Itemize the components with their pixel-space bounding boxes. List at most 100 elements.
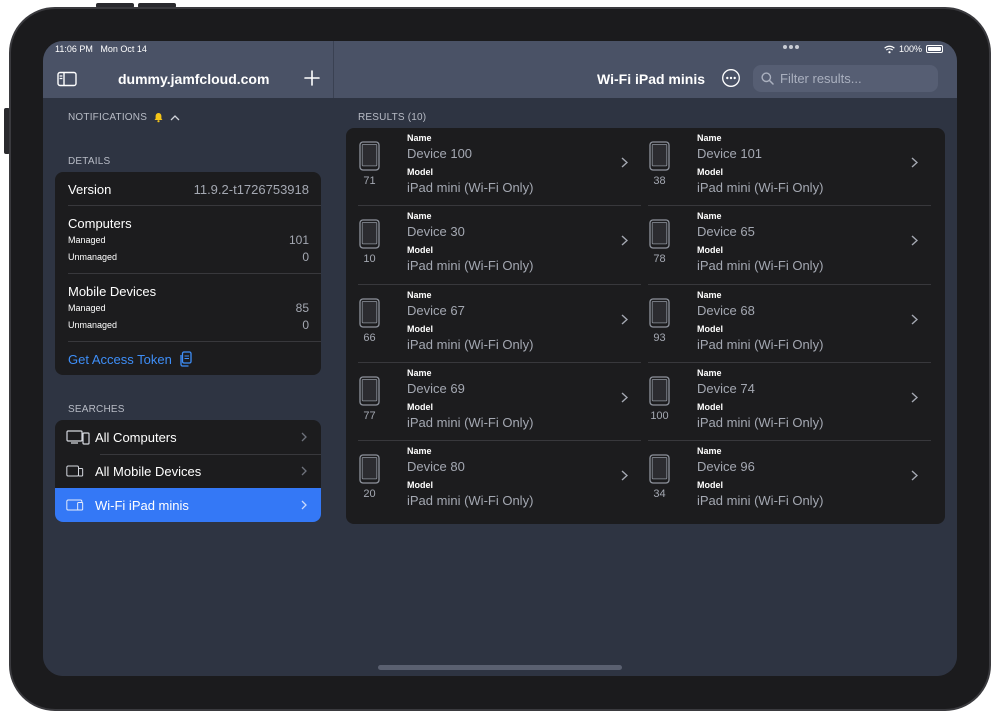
row-divider (648, 361, 931, 363)
filter-search-box[interactable] (753, 65, 938, 92)
model-key-label: Model (697, 401, 723, 412)
name-key-label: Name (407, 211, 432, 222)
device-id: 34 (653, 488, 666, 501)
device-model: iPad mini (Wi-Fi Only) (697, 180, 824, 195)
name-key-label: Name (697, 211, 722, 222)
results-title: Wi-Fi iPad minis (597, 71, 705, 87)
device-result-cell[interactable]: 93 Name Device 68 Model iPad mini (Wi-Fi Onl… (636, 285, 926, 363)
search-item-label: All Mobile Devices (95, 463, 202, 479)
chevron-right-icon (911, 314, 918, 325)
sidebar-header: 11:06 PM Mon Oct 14 dummy.jamfcloud.com (43, 41, 333, 98)
device-name: Device 65 (697, 224, 755, 240)
status-time: 11:06 PM Mon Oct 14 (55, 44, 147, 54)
results-pane: 100% Wi-Fi iPad minis RESULTS (10) 71 Nam… (334, 41, 957, 676)
model-key-label: Model (697, 480, 723, 491)
device-model: iPad mini (Wi-Fi Only) (697, 258, 824, 274)
ipad-icon (66, 499, 84, 511)
chevron-right-icon (911, 470, 918, 481)
ipad-mini-icon (359, 454, 380, 484)
device-name: Device 96 (697, 459, 755, 475)
version-value: 11.9.2-t1726753918 (193, 182, 309, 197)
model-key-label: Model (697, 167, 723, 177)
searches-section-label: SEARCHES (68, 404, 125, 415)
chevron-right-icon (621, 470, 628, 481)
notifications-header[interactable]: NOTIFICATIONS (68, 112, 180, 123)
search-item-all-computers[interactable]: All Computers (55, 420, 321, 454)
chevron-right-icon (621, 314, 628, 325)
model-key-label: Model (407, 401, 433, 412)
ipad-mini-icon (649, 376, 670, 406)
device-id: 71 (363, 175, 376, 187)
name-key-label: Name (697, 133, 722, 143)
computers-managed-value: 101 (288, 233, 309, 247)
device-result-cell[interactable]: 20 Name Device 80 Model iPad mini (Wi-Fi Onl… (346, 441, 636, 519)
name-key-label: Name (697, 367, 722, 378)
chevron-right-icon (911, 235, 918, 246)
mobile-managed-label: Managed (68, 303, 106, 313)
row-divider (648, 283, 931, 285)
device-model: iPad mini (Wi-Fi Only) (407, 336, 534, 352)
divider (68, 341, 321, 342)
ipad-mini-icon (359, 219, 380, 249)
device-model: iPad mini (Wi-Fi Only) (697, 493, 824, 509)
device-name: Device 68 (697, 302, 755, 318)
device-id: 78 (653, 253, 666, 266)
mobile-devices-icon (66, 465, 84, 477)
battery-percent: 100% (898, 44, 922, 54)
device-name: Device 100 (407, 146, 473, 161)
device-name: Device 69 (407, 380, 465, 396)
version-label: Version (68, 182, 112, 197)
filter-input[interactable] (780, 71, 930, 86)
server-title: dummy.jamfcloud.com (118, 71, 270, 87)
more-options-icon[interactable] (721, 68, 741, 88)
mobile-managed-value: 85 (295, 301, 309, 315)
multitasking-dots[interactable] (783, 45, 799, 49)
device-result-cell[interactable]: 34 Name Device 96 Model iPad mini (Wi-Fi Onl… (636, 441, 926, 519)
row-divider (358, 361, 641, 363)
search-icon (761, 72, 774, 85)
computers-unmanaged-label: Unmanaged (68, 252, 118, 262)
computers-title: Computers (68, 216, 132, 231)
search-item-wifi-ipad-minis[interactable]: Wi-Fi iPad minis (55, 488, 321, 522)
device-result-cell[interactable]: 66 Name Device 67 Model iPad mini (Wi-Fi Onl… (346, 285, 636, 363)
chevron-right-icon (621, 235, 628, 246)
device-id: 66 (363, 331, 376, 344)
row-divider (648, 205, 931, 207)
chevron-up-icon[interactable] (170, 114, 180, 121)
status-time-text: 11:06 PM (55, 44, 93, 54)
computers-managed-label: Managed (68, 235, 106, 245)
device-id: 38 (653, 175, 666, 187)
model-key-label: Model (697, 323, 723, 334)
device-result-cell[interactable]: 38 Name Device 101 Model iPad mini (Wi-Fi On… (636, 128, 926, 206)
device-model: iPad mini (Wi-Fi Only) (697, 414, 824, 430)
ipad-mini-icon (359, 141, 380, 171)
details-card: Version 11.9.2-t1726753918 Computers Man… (55, 172, 321, 375)
details-section-label: DETAILS (68, 156, 111, 167)
model-key-label: Model (407, 323, 433, 334)
add-icon[interactable] (304, 70, 320, 86)
device-id: 10 (363, 253, 376, 266)
device-result-cell[interactable]: 77 Name Device 69 Model iPad mini (Wi-Fi Onl… (346, 363, 636, 441)
battery-icon (926, 45, 943, 53)
row-divider (358, 205, 641, 207)
get-access-token-link[interactable]: Get Access Token (68, 351, 192, 367)
sidebar: 11:06 PM Mon Oct 14 dummy.jamfcloud.com … (43, 41, 333, 676)
device-result-cell[interactable]: 78 Name Device 65 Model iPad mini (Wi-Fi Onl… (636, 206, 926, 284)
model-key-label: Model (407, 167, 433, 177)
chevron-right-icon (911, 157, 918, 168)
name-key-label: Name (407, 133, 432, 143)
results-count-label: RESULTS (10) (358, 112, 427, 123)
search-item-all-mobile-devices[interactable]: All Mobile Devices (55, 454, 321, 488)
chevron-right-icon (911, 392, 918, 403)
device-model: iPad mini (Wi-Fi Only) (407, 414, 534, 430)
get-access-token-label: Get Access Token (68, 351, 172, 367)
device-result-cell[interactable]: 71 Name Device 100 Model iPad mini (Wi-Fi On… (346, 128, 636, 206)
row-divider (358, 440, 641, 442)
device-result-cell[interactable]: 10 Name Device 30 Model iPad mini (Wi-Fi Onl… (346, 206, 636, 284)
device-name: Device 101 (697, 146, 763, 161)
chevron-right-icon (301, 466, 307, 476)
device-result-cell[interactable]: 100 Name Device 74 Model iPad mini (Wi-Fi On… (636, 363, 926, 441)
home-indicator (378, 665, 622, 670)
sidebar-toggle-icon[interactable] (57, 71, 77, 87)
device-id: 20 (363, 488, 376, 501)
